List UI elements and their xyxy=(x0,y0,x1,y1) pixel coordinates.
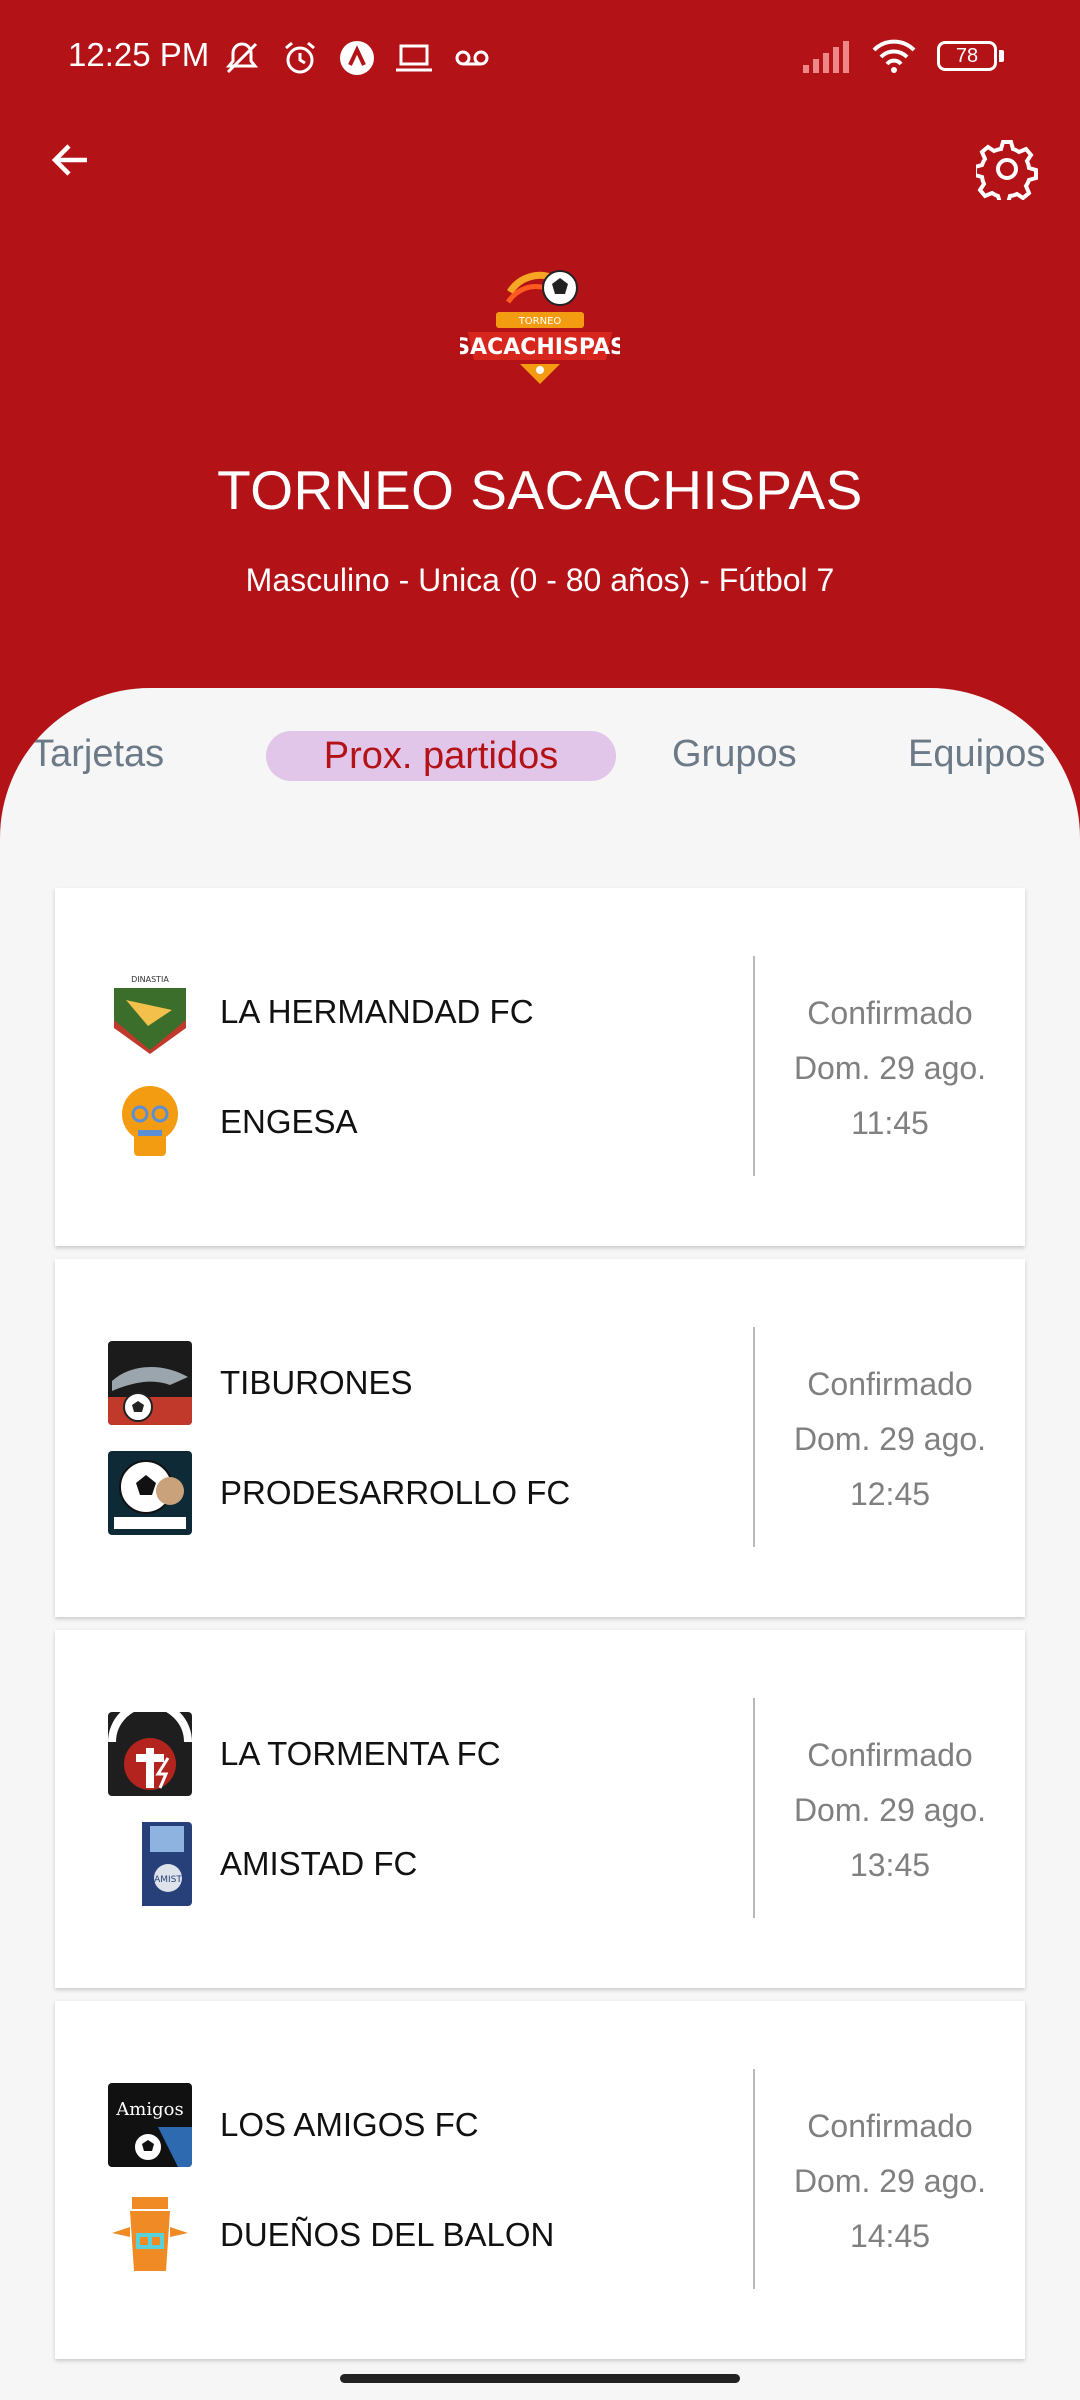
tab-grupos[interactable]: Grupos xyxy=(672,726,797,782)
away-team: ENGESA xyxy=(108,1080,358,1164)
match-time: 12:45 xyxy=(849,1476,931,1512)
match-card[interactable]: LA TORMENTA FC AMIST AMISTAD FC Confirma… xyxy=(55,1630,1025,1988)
svg-text:DINASTIA: DINASTIA xyxy=(131,975,169,984)
status-icons-right: 78 xyxy=(801,38,1004,74)
svg-text:Amigos: Amigos xyxy=(115,2099,183,2120)
alarm-icon xyxy=(285,41,315,74)
home-team: Amigos LOS AMIGOS FC xyxy=(108,2083,479,2167)
match-status: Confirmado xyxy=(807,2108,973,2144)
away-team-name: ENGESA xyxy=(220,1103,358,1140)
home-team: TIBURONES xyxy=(108,1341,413,1425)
tiburones-logo xyxy=(108,1341,192,1425)
tab-equipos[interactable]: Equipos xyxy=(908,726,1045,782)
app-icon xyxy=(340,41,374,75)
home-team-name: TIBURONES xyxy=(220,1364,413,1401)
status-icons-left xyxy=(222,38,492,78)
battery-level: 78 xyxy=(937,41,997,71)
logo-text-main: SACACHISPAS xyxy=(460,335,620,360)
home-team-name: LOS AMIGOS FC xyxy=(220,2106,479,2143)
match-info: Confirmado Dom. 29 ago. 12:45 xyxy=(755,1357,1025,1522)
la-hermandad-logo: DINASTIA xyxy=(108,970,192,1054)
match-date: Dom. 29 ago. xyxy=(793,1792,987,1828)
svg-text:AMIST: AMIST xyxy=(154,1875,182,1885)
voicemail-icon xyxy=(455,50,489,66)
away-team: PRODESARROLLO FC xyxy=(108,1451,570,1535)
away-team: DUEÑOS DEL BALON xyxy=(108,2193,554,2277)
match-date: Dom. 29 ago. xyxy=(793,2163,987,2199)
away-team-name: PRODESARROLLO FC xyxy=(220,1474,571,1511)
content-panel: es / Tarjetas Prox. partidos Grupos Equi… xyxy=(0,688,1080,2400)
match-time: 14:45 xyxy=(849,2218,931,2254)
la-tormenta-logo xyxy=(108,1712,192,1796)
tab-bar: es / Tarjetas Prox. partidos Grupos Equi… xyxy=(0,726,1080,796)
away-team: AMIST AMISTAD FC xyxy=(108,1822,417,1906)
tournament-logo: TORNEO SACACHISPAS xyxy=(454,262,626,392)
wifi-icon xyxy=(872,39,916,73)
page-subtitle: Masculino - Unica (0 - 80 años) - Fútbol… xyxy=(245,562,835,598)
match-info: Confirmado Dom. 29 ago. 14:45 xyxy=(755,2099,1025,2264)
tab-prox-partidos[interactable]: Prox. partidos xyxy=(266,731,616,781)
page-title: TORNEO SACACHISPAS xyxy=(217,459,863,521)
battery-icon: 78 xyxy=(937,41,1004,71)
match-time: 13:45 xyxy=(849,1847,931,1883)
settings-button[interactable] xyxy=(974,136,1040,202)
match-time: 11:45 xyxy=(851,1105,929,1141)
los-amigos-logo: Amigos xyxy=(108,2083,192,2167)
prodesarrollo-logo xyxy=(108,1451,192,1535)
back-button[interactable] xyxy=(40,130,100,190)
gear-icon xyxy=(976,140,1038,200)
match-info: Confirmado Dom. 29 ago. 13:45 xyxy=(755,1728,1025,1893)
match-date: Dom. 29 ago. xyxy=(793,1421,987,1457)
match-info: Confirmado Dom. 29 ago. 11:45 xyxy=(755,986,1025,1151)
amistad-logo: AMIST xyxy=(108,1822,192,1906)
match-card[interactable]: DINASTIA LA HERMANDAD FC ENGESA Confirma… xyxy=(55,888,1025,1246)
match-status: Confirmado xyxy=(807,1366,973,1402)
signal-icon xyxy=(803,41,849,73)
status-time: 12:25 PM xyxy=(68,36,210,73)
match-date: Dom. 29 ago. xyxy=(793,1050,987,1086)
match-status: Confirmado xyxy=(807,1737,973,1773)
away-team-name: AMISTAD FC xyxy=(220,1845,418,1882)
status-bar: 12:25 PM 78 xyxy=(0,0,1080,120)
duenos-del-balon-logo xyxy=(108,2193,192,2277)
back-arrow-icon xyxy=(51,144,87,176)
match-card[interactable]: Amigos LOS AMIGOS FC DUEÑOS DEL BALON Co… xyxy=(55,2001,1025,2359)
match-status: Confirmado xyxy=(807,995,973,1031)
logo-text-top: TORNEO xyxy=(518,316,562,327)
gesture-nav-handle[interactable] xyxy=(340,2374,740,2383)
tab-goles-tarjetas[interactable]: es / Tarjetas xyxy=(0,726,164,782)
home-team: LA TORMENTA FC xyxy=(108,1712,501,1796)
away-team-name: DUEÑOS DEL BALON xyxy=(220,2216,555,2253)
laptop-icon xyxy=(396,44,432,72)
home-team-name: LA HERMANDAD FC xyxy=(220,993,534,1030)
home-team-name: LA TORMENTA FC xyxy=(220,1735,501,1772)
home-team: DINASTIA LA HERMANDAD FC xyxy=(108,970,534,1054)
engesa-logo xyxy=(108,1080,192,1164)
mute-icon xyxy=(225,42,259,74)
match-card[interactable]: TIBURONES PRODESARROLLO FC Confirmado Do… xyxy=(55,1259,1025,1617)
